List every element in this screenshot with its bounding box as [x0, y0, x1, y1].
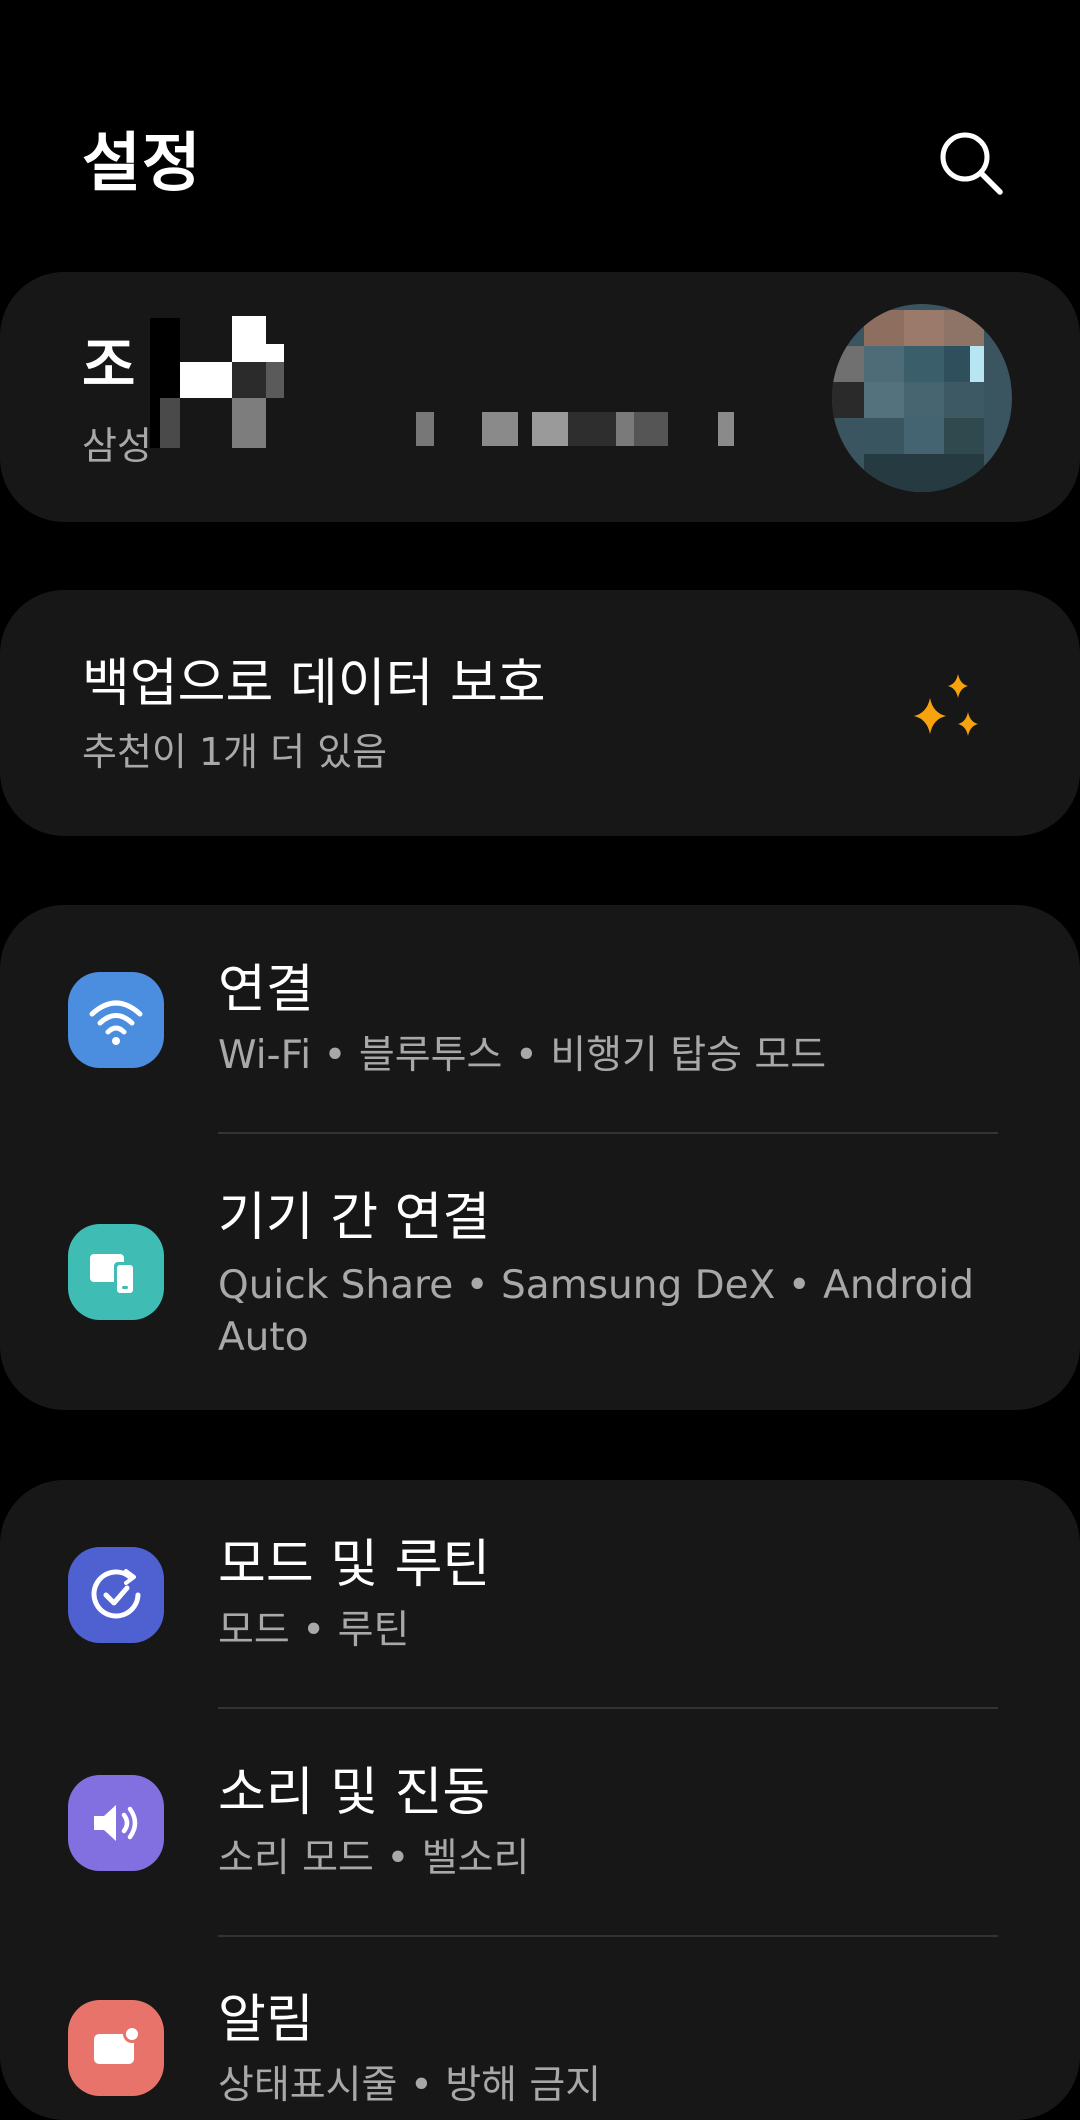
- item-title: 알림: [218, 1990, 314, 2050]
- profile-subtitle: 삼성: [82, 424, 152, 468]
- app-header: 설정: [0, 0, 1080, 270]
- wifi-icon: [68, 972, 164, 1068]
- item-title: 연결: [218, 960, 314, 1020]
- notification-icon: [68, 2000, 164, 2096]
- divider: [218, 1935, 998, 1937]
- profile-avatar[interactable]: [832, 304, 1012, 492]
- item-subtitle: Quick Share • Samsung DeX • Android Auto: [218, 1263, 974, 1360]
- divider: [218, 1707, 998, 1709]
- backup-subtitle: 추천이 1개 더 있음: [82, 730, 388, 774]
- item-subtitle: 모드 • 루틴: [218, 1608, 410, 1653]
- search-icon: [940, 132, 1003, 195]
- devices-icon: [68, 1224, 164, 1320]
- item-subtitle: Wi-Fi • 블루투스 • 비행기 탑승 모드: [218, 1033, 827, 1078]
- item-subtitle: 상태표시줄 • 방해 금지: [218, 2063, 602, 2108]
- settings-item-connected-devices[interactable]: 기기 간 연결 Quick Share • Samsung DeX • Andr…: [0, 1160, 1080, 1390]
- page-title: 설정: [82, 127, 202, 201]
- item-title: 모드 및 루틴: [218, 1535, 491, 1595]
- search-button[interactable]: [936, 128, 1006, 198]
- settings-item-connections[interactable]: 연결 Wi-Fi • 블루투스 • 비행기 탑승 모드: [0, 930, 1080, 1130]
- settings-item-notifications[interactable]: 알림 상태표시줄 • 방해 금지: [0, 1960, 1080, 2108]
- backup-title: 백업으로 데이터 보호: [82, 654, 546, 714]
- item-subtitle: 소리 모드 • 벨소리: [218, 1836, 530, 1881]
- item-title: 소리 및 진동: [218, 1763, 491, 1823]
- item-title: 기기 간 연결: [218, 1188, 491, 1248]
- settings-item-modes-routines[interactable]: 모드 및 루틴 모드 • 루틴: [0, 1505, 1080, 1705]
- speaker-icon: [68, 1775, 164, 1871]
- divider: [218, 1132, 998, 1134]
- profile-name: 조: [82, 331, 136, 399]
- sparkle-icon: [914, 674, 978, 736]
- modes-routines-icon: [68, 1547, 164, 1643]
- settings-item-sounds[interactable]: 소리 및 진동 소리 모드 • 벨소리: [0, 1733, 1080, 1933]
